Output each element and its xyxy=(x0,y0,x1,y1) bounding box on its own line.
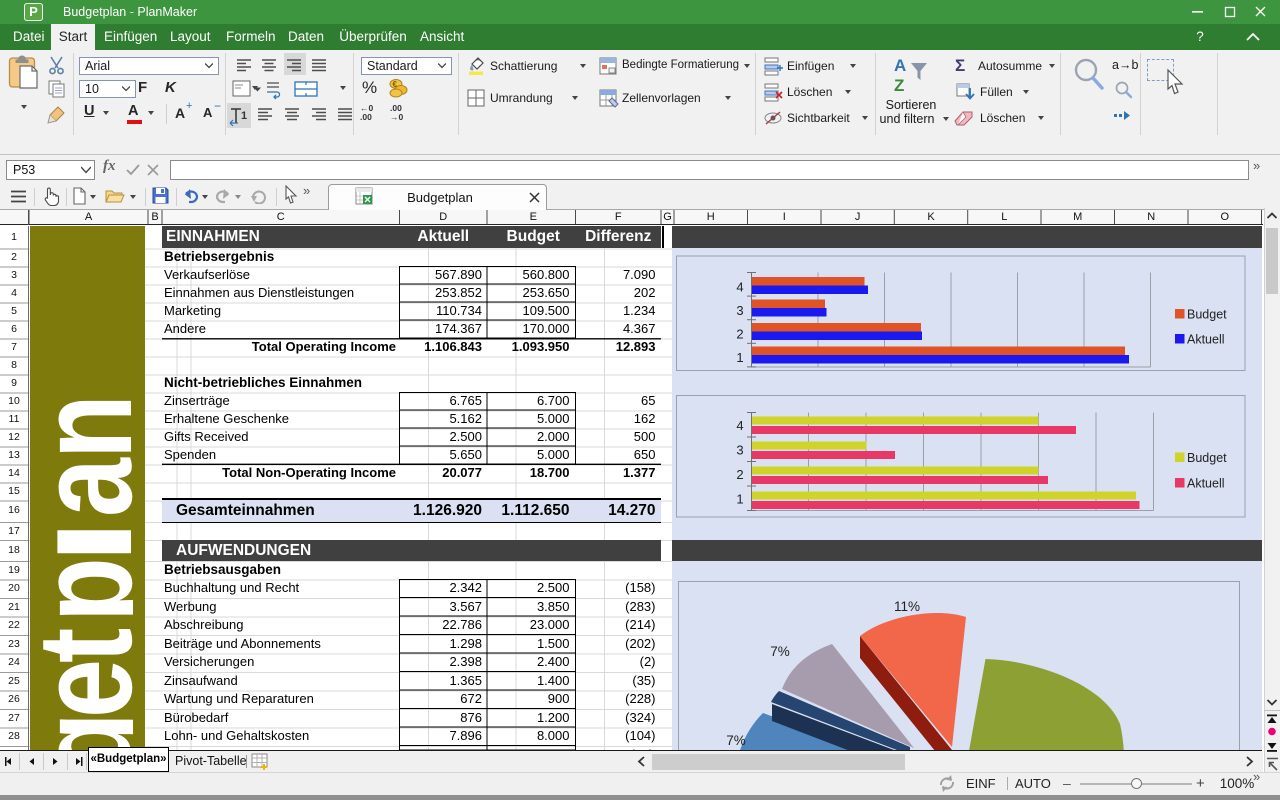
svg-text:1: 1 xyxy=(736,491,743,506)
svg-text:1: 1 xyxy=(736,350,743,365)
svg-text:11%: 11% xyxy=(894,599,920,614)
svg-text:Budget: Budget xyxy=(1187,308,1227,322)
svg-text:Aktuell: Aktuell xyxy=(1187,333,1225,347)
svg-text:7%: 7% xyxy=(770,644,790,659)
svg-text:4: 4 xyxy=(736,418,743,433)
svg-text:Budget: Budget xyxy=(1187,451,1227,465)
svg-text:3: 3 xyxy=(736,442,743,457)
svg-text:2: 2 xyxy=(736,327,743,342)
svg-text:2: 2 xyxy=(736,467,743,482)
svg-text:Aktuell: Aktuell xyxy=(1187,477,1225,491)
svg-text:4: 4 xyxy=(736,280,743,295)
svg-text:7%: 7% xyxy=(726,733,746,748)
svg-text:3: 3 xyxy=(736,303,743,318)
